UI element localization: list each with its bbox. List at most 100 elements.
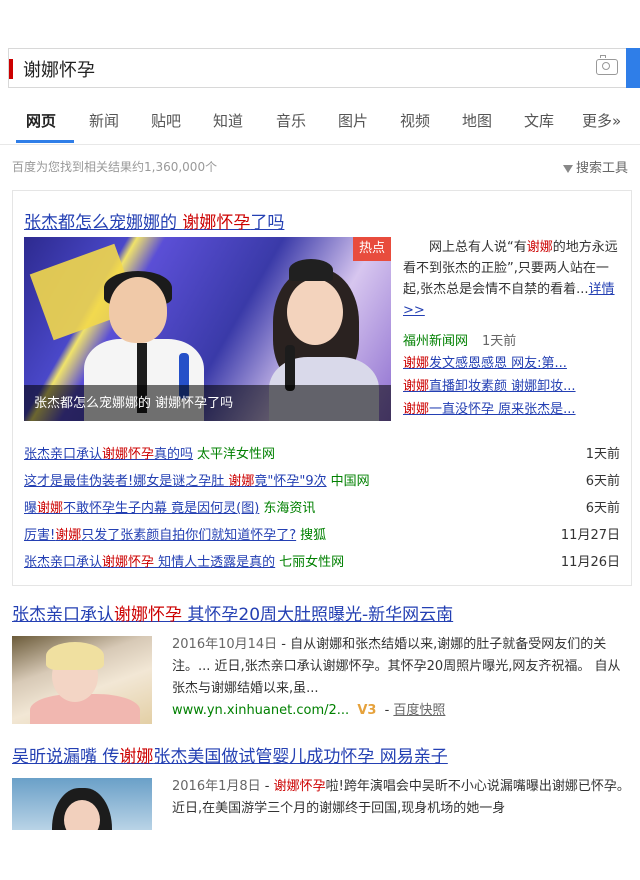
result-snippet: 2016年1月8日 - 谢娜怀孕啦!跨年演唱会中吴昕不小心说漏嘴曝出谢娜已怀孕。… bbox=[172, 779, 630, 816]
news-card-image[interactable]: 张杰都怎么宠娜娜的 谢娜怀孕了吗 热点 bbox=[24, 237, 391, 421]
active-tab-indicator bbox=[16, 140, 74, 143]
related-highlight: 谢娜 bbox=[403, 356, 430, 371]
news-link[interactable]: 曝谢娜不敢怀孕生子内幕 竟是因何灵(图) bbox=[24, 501, 259, 516]
related-link[interactable]: 谢娜发文感恩感恩 网友:第... bbox=[403, 352, 567, 371]
title-highlight: 谢娜怀孕 bbox=[182, 213, 251, 233]
news-card-title[interactable]: 张杰都怎么宠娜娜的 谢娜怀孕了吗 bbox=[24, 208, 284, 233]
news-highlight: 谢娜 bbox=[55, 528, 82, 543]
search-tools-button[interactable]: 搜索工具 bbox=[562, 157, 628, 176]
news-source: 太平洋女性网 bbox=[197, 447, 276, 462]
summary-text: 网上总有人说“有 bbox=[429, 240, 527, 255]
search-input[interactable] bbox=[21, 57, 525, 80]
tab-web[interactable]: 网页 bbox=[26, 110, 56, 131]
search-accent bbox=[9, 59, 13, 79]
news-link[interactable]: 这才是最佳伪装者!娜女是谜之孕肚 谢娜竟"怀孕"9次 bbox=[24, 474, 327, 489]
related-text: 发文感恩感恩 网友:第... bbox=[429, 356, 567, 371]
news-text: 知情人士透露是真的 bbox=[154, 555, 276, 570]
camera-icon[interactable] bbox=[596, 55, 618, 75]
search-tools-label: 搜索工具 bbox=[575, 161, 628, 176]
related-link[interactable]: 谢娜一直没怀孕 原来张杰是... bbox=[403, 398, 576, 417]
tab-images[interactable]: 图片 bbox=[338, 110, 368, 131]
search-bar bbox=[0, 40, 640, 96]
news-highlight: 谢娜怀孕 bbox=[102, 555, 155, 570]
news-source: 七丽女性网 bbox=[279, 555, 345, 570]
related-link[interactable]: 谢娜直播卸妆素颜 谢娜卸妆... bbox=[403, 375, 576, 394]
tab-news[interactable]: 新闻 bbox=[89, 110, 119, 131]
cache-link[interactable]: 百度快照 bbox=[393, 703, 445, 718]
result-title-link[interactable]: 吴昕说漏嘴 传谢娜张杰美国做试管婴儿成功怀孕 网易亲子 bbox=[12, 747, 448, 767]
tab-music[interactable]: 音乐 bbox=[276, 110, 306, 131]
result-url[interactable]: www.yn.xinhuanet.com/2... bbox=[172, 703, 349, 718]
news-link[interactable]: 厉害!谢娜只发了张素颜自拍你们就知道怀孕了? bbox=[24, 528, 296, 543]
related-highlight: 谢娜 bbox=[403, 379, 430, 394]
title-text: 吴昕说漏嘴 传 bbox=[12, 747, 120, 767]
tab-tieba[interactable]: 贴吧 bbox=[151, 110, 181, 131]
news-text: 竟"怀孕"9次 bbox=[254, 474, 327, 489]
news-highlight: 谢娜 bbox=[37, 501, 64, 516]
news-list-item: 张杰亲口承认谢娜怀孕真的吗 太平洋女性网 1天前 bbox=[24, 443, 620, 465]
title-highlight: 谢娜 bbox=[119, 747, 154, 767]
image-caption: 张杰都怎么宠娜娜的 谢娜怀孕了吗 bbox=[34, 396, 234, 411]
news-highlight: 谢娜 bbox=[228, 474, 255, 489]
news-date: 6天前 bbox=[585, 501, 620, 516]
news-date: 11月26日 bbox=[560, 555, 620, 570]
result-snippet: 2016年10月14日 - 自从谢娜和张杰结婚以来,谢娜的肚子就备受网友们的关注… bbox=[172, 634, 632, 722]
news-text: 张杰亲口承认 bbox=[24, 447, 103, 462]
related-highlight: 谢娜 bbox=[403, 402, 430, 417]
result-thumbnail[interactable] bbox=[12, 778, 152, 830]
news-list-item: 厉害!谢娜只发了张素颜自拍你们就知道怀孕了? 搜狐 11月27日 bbox=[24, 524, 620, 546]
search-result: 吴昕说漏嘴 传谢娜张杰美国做试管婴儿成功怀孕 网易亲子 2016年1月8日 - … bbox=[12, 742, 632, 832]
source-name: 福州新闻网 bbox=[403, 334, 469, 349]
news-card-summary: 网上总有人说“有谢娜的地方永远看不到张杰的正脸”,只要两人站在一起,张杰总是会情… bbox=[403, 237, 621, 321]
search-tabs: 网页 新闻 贴吧 知道 音乐 图片 视频 地图 文库 更多» bbox=[0, 104, 640, 145]
news-link[interactable]: 张杰亲口承认谢娜怀孕 知情人士透露是真的 bbox=[24, 555, 275, 570]
search-result: 张杰亲口承认谢娜怀孕 其怀孕20周大肚照曝光-新华网云南 2016年10月14日… bbox=[12, 600, 632, 730]
hot-badge: 热点 bbox=[353, 237, 391, 261]
result-count: 百度为您找到相关结果约1,360,000个 bbox=[12, 160, 218, 174]
news-text: 不敢怀孕生子内幕 竟是因何灵(图) bbox=[63, 501, 260, 516]
news-text: 张杰亲口承认 bbox=[24, 555, 103, 570]
tab-more[interactable]: 更多» bbox=[582, 110, 621, 131]
news-card-source: 福州新闻网 1天前 bbox=[403, 330, 516, 349]
news-source: 中国网 bbox=[330, 474, 370, 489]
news-card: 张杰都怎么宠娜娜的 谢娜怀孕了吗 张杰都怎么宠娜娜的 谢娜怀孕了吗 热点 网上总… bbox=[12, 190, 632, 586]
v-badge: V3 bbox=[357, 703, 377, 718]
result-title-link[interactable]: 张杰亲口承认谢娜怀孕 其怀孕20周大肚照曝光-新华网云南 bbox=[12, 605, 453, 625]
separator: - bbox=[384, 703, 390, 718]
snippet-highlight: 谢娜怀孕 bbox=[273, 779, 326, 794]
news-list-item: 曝谢娜不敢怀孕生子内幕 竟是因何灵(图) 东海资讯 6天前 bbox=[24, 497, 620, 519]
news-list-item: 张杰亲口承认谢娜怀孕 知情人士透露是真的 七丽女性网 11月26日 bbox=[24, 551, 620, 573]
news-text: 只发了张素颜自拍你们就知道怀孕了? bbox=[81, 528, 297, 543]
news-text: 曝 bbox=[24, 501, 38, 516]
search-box[interactable] bbox=[8, 48, 626, 88]
filter-icon bbox=[562, 164, 573, 173]
news-link[interactable]: 张杰亲口承认谢娜怀孕真的吗 bbox=[24, 447, 193, 462]
news-list-item: 这才是最佳伪装者!娜女是谜之孕肚 谢娜竟"怀孕"9次 中国网 6天前 bbox=[24, 470, 620, 492]
search-button[interactable] bbox=[626, 48, 640, 88]
related-text: 一直没怀孕 原来张杰是... bbox=[429, 402, 576, 417]
news-date: 11月27日 bbox=[560, 528, 620, 543]
tab-zhidao[interactable]: 知道 bbox=[213, 110, 243, 131]
title-text: 张杰亲口承认 bbox=[12, 605, 114, 625]
news-text: 这才是最佳伪装者!娜女是谜之孕肚 bbox=[24, 474, 229, 489]
title-highlight: 谢娜怀孕 bbox=[114, 605, 182, 625]
result-date: 2016年1月8日 bbox=[172, 779, 261, 794]
news-text: 厉害! bbox=[24, 528, 56, 543]
news-source: 搜狐 bbox=[300, 528, 327, 543]
tab-wenku[interactable]: 文库 bbox=[524, 110, 554, 131]
news-date: 6天前 bbox=[585, 474, 620, 489]
tab-video[interactable]: 视频 bbox=[400, 110, 430, 131]
title-text: 其怀孕20周大肚照曝光-新华网云南 bbox=[182, 605, 454, 625]
title-text: 张杰美国做试管婴儿成功怀孕 网易亲子 bbox=[153, 747, 448, 767]
tab-map[interactable]: 地图 bbox=[462, 110, 492, 131]
related-text: 直播卸妆素颜 谢娜卸妆... bbox=[429, 379, 576, 394]
news-source: 东海资讯 bbox=[263, 501, 316, 516]
result-thumbnail[interactable] bbox=[12, 636, 152, 724]
result-date: 2016年10月14日 bbox=[172, 637, 278, 652]
news-date: 1天前 bbox=[585, 447, 620, 462]
title-text: 张杰都怎么宠娜娜的 bbox=[24, 213, 183, 233]
summary-highlight: 谢娜 bbox=[526, 240, 553, 255]
source-time: 1天前 bbox=[482, 334, 517, 349]
title-text: 了吗 bbox=[250, 213, 285, 233]
news-text: 真的吗 bbox=[154, 447, 194, 462]
